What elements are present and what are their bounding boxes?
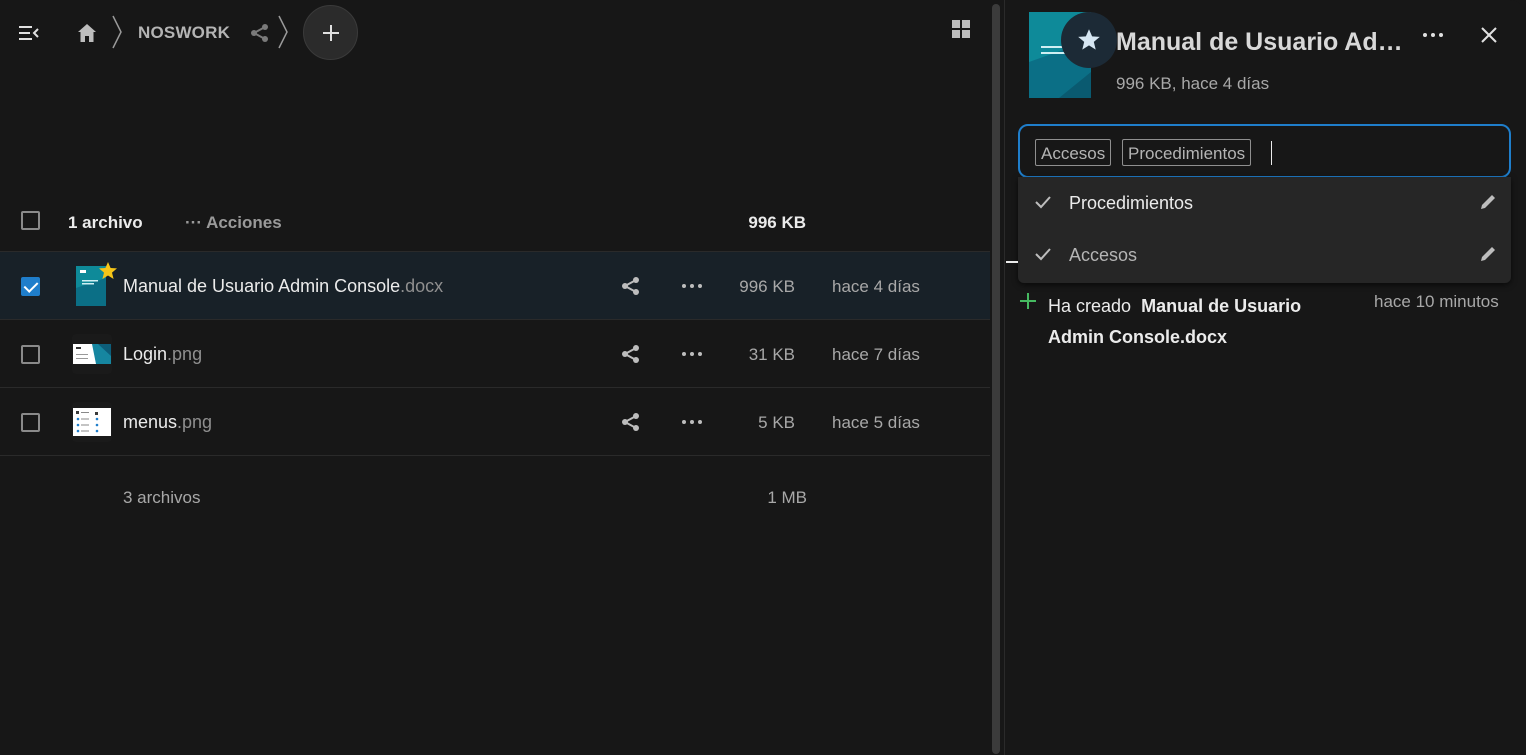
file-modified: hace 4 días <box>832 277 920 296</box>
file-name[interactable]: Manual de Usuario Admin Console.docx <box>123 276 443 297</box>
file-basename: Manual de Usuario Admin Console <box>123 276 401 296</box>
row-checkbox[interactable] <box>21 413 40 432</box>
tag-option-label: Accesos <box>1069 245 1138 265</box>
select-all-checkbox[interactable] <box>21 211 40 230</box>
top-bar: NOSWORK <box>0 0 990 64</box>
check-icon <box>1035 248 1051 261</box>
plus-icon <box>1020 293 1036 309</box>
tags-input[interactable]: Accesos Procedimientos <box>1018 124 1511 178</box>
tag-option[interactable]: Procedimientos <box>1018 177 1511 229</box>
file-extension: .png <box>167 344 203 364</box>
tag-option[interactable]: Accesos <box>1018 229 1511 281</box>
file-basename: menus <box>123 412 178 432</box>
selected-count: 1 archivo <box>68 213 143 232</box>
file-row[interactable]: Manual de Usuario Admin Console.docx 996… <box>0 252 990 320</box>
file-extension: .png <box>177 412 213 432</box>
file-row[interactable]: Login.png 31 KB hace 7 días <box>0 320 990 388</box>
breadcrumb-folder[interactable]: NOSWORK <box>138 23 230 43</box>
grid-view-icon[interactable] <box>950 18 972 40</box>
activity-entry: Ha creado Manual de Usuario Admin Consol… <box>1048 291 1338 353</box>
tag-option-label: Procedimientos <box>1069 193 1194 213</box>
summary-total-size: 1 MB <box>767 488 807 507</box>
new-button[interactable] <box>303 5 358 60</box>
share-icon[interactable] <box>620 343 642 365</box>
activity-time: hace 10 minutos <box>1374 292 1499 311</box>
file-list-pane: NOSWORK 1 archivo ··· Acciones 996 KB Ma… <box>0 0 990 755</box>
star-icon <box>1078 29 1100 50</box>
selected-size: 996 KB <box>748 213 806 232</box>
navigation-toggle-icon[interactable] <box>18 22 40 44</box>
tag-chip[interactable]: Procedimientos <box>1122 139 1252 166</box>
file-modified: hace 7 días <box>832 345 920 364</box>
file-list-header: 1 archivo ··· Acciones 996 KB <box>0 190 990 252</box>
scrollbar[interactable] <box>992 4 1000 754</box>
file-size: 5 KB <box>758 413 795 432</box>
plus-icon <box>322 24 339 41</box>
file-modified: hace 5 días <box>832 413 920 432</box>
file-extension: .docx <box>400 276 444 296</box>
share-icon[interactable] <box>620 275 642 297</box>
file-thumbnail <box>72 334 112 374</box>
activity-action: Ha creado <box>1048 296 1132 316</box>
actions-menu-button[interactable]: ··· Acciones <box>185 213 282 233</box>
share-icon[interactable] <box>249 22 271 44</box>
tab-indicator <box>1006 261 1018 263</box>
sidebar-file-subtitle: 996 KB, hace 4 días <box>1116 74 1270 93</box>
close-icon[interactable] <box>1478 24 1500 46</box>
favorite-toggle-button[interactable] <box>1061 12 1117 68</box>
file-basename: Login <box>123 344 168 364</box>
sidebar-file-title: Manual de Usuario Admin Console.docx <box>1116 28 1406 56</box>
file-name[interactable]: menus.png <box>123 412 212 433</box>
file-row[interactable]: menus.png 5 KB hace 5 días <box>0 388 990 456</box>
pencil-icon[interactable] <box>1478 192 1498 212</box>
file-name[interactable]: Login.png <box>123 344 202 365</box>
file-size: 31 KB <box>748 345 795 364</box>
actions-label: Acciones <box>206 213 282 232</box>
tags-dropdown: Procedimientos Accesos <box>1018 177 1511 283</box>
row-checkbox[interactable] <box>21 277 40 296</box>
text-cursor <box>1271 141 1272 165</box>
favorite-star-icon <box>99 262 117 279</box>
file-size: 996 KB <box>739 277 795 296</box>
share-icon[interactable] <box>620 411 642 433</box>
row-checkbox[interactable] <box>21 345 40 364</box>
more-horizontal-icon[interactable] <box>1421 24 1445 46</box>
chevron-right-icon <box>278 15 288 49</box>
chevron-right-icon <box>112 15 122 49</box>
details-sidebar: Manual de Usuario Admin Console.docx 996… <box>1004 0 1526 755</box>
more-horizontal-icon: ··· <box>185 213 202 232</box>
tag-chip[interactable]: Accesos <box>1035 139 1112 166</box>
pencil-icon[interactable] <box>1478 244 1498 264</box>
home-icon[interactable] <box>76 22 98 44</box>
check-icon <box>1035 196 1051 209</box>
summary-file-count: 3 archivos <box>123 488 201 507</box>
file-thumbnail <box>72 402 112 442</box>
files-app: NOSWORK 1 archivo ··· Acciones 996 KB Ma… <box>0 0 1526 755</box>
